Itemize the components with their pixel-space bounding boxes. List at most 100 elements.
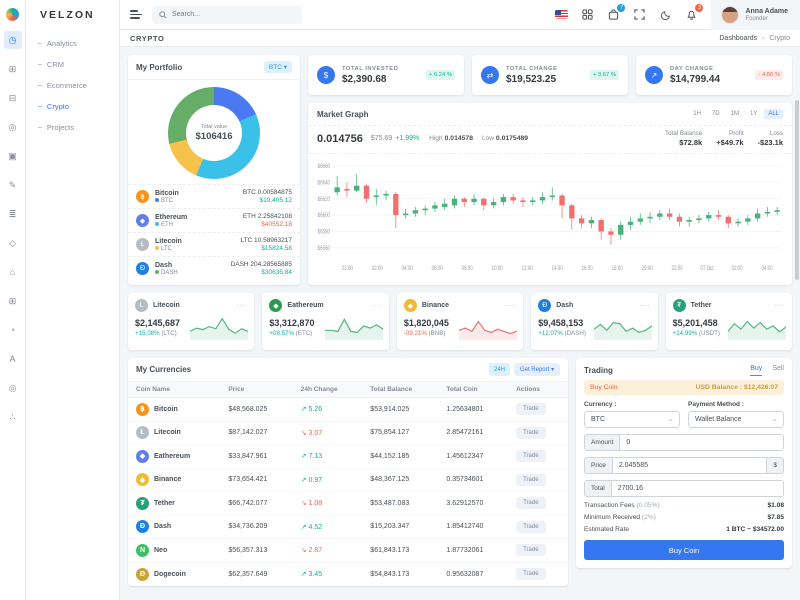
- dash-icon: Đ: [538, 299, 552, 312]
- table-row-tether: ₮ Tether $66,742.077 ↘ 1.08 $53,487.083 3…: [128, 491, 568, 516]
- market-change: +1.99%: [395, 135, 420, 142]
- settings-icon[interactable]: ◎: [4, 379, 22, 397]
- price-field-group: Price $: [584, 457, 784, 474]
- range-button-7d[interactable]: 7D: [708, 109, 724, 119]
- sidebar-item-ecommerce[interactable]: ‒ Ecommerce: [26, 75, 119, 96]
- card-options-icon[interactable]: ···: [371, 301, 382, 309]
- layouts-icon[interactable]: ⊟: [4, 89, 22, 107]
- sidebar-item-projects[interactable]: ‒ Projects: [26, 117, 119, 138]
- security-icon[interactable]: ◇: [4, 234, 22, 252]
- page-title: CRYPTO: [130, 33, 165, 43]
- svg-text:$6580: $6580: [318, 229, 330, 236]
- price-input[interactable]: [612, 458, 767, 473]
- trade-button[interactable]: Trade: [516, 568, 546, 580]
- total-label: Total: [585, 481, 612, 496]
- profit-label: Profit: [729, 130, 744, 137]
- dash-icon: Đ: [136, 262, 149, 275]
- pages-icon[interactable]: ▣: [4, 147, 22, 165]
- svg-text:04:00: 04:00: [402, 265, 413, 272]
- page-scrollbar[interactable]: [795, 100, 799, 280]
- tab-buy[interactable]: Buy: [750, 365, 763, 376]
- stat-icon: ⇄: [481, 66, 499, 84]
- fullscreen-icon[interactable]: [633, 8, 646, 21]
- trading-tabs: Buy Sell: [750, 365, 784, 376]
- cart-icon[interactable]: 7: [607, 4, 626, 21]
- high-label: High: [429, 135, 443, 142]
- loss-value: -$23.1k: [757, 138, 783, 147]
- trade-button[interactable]: Trade: [516, 544, 546, 557]
- chevron-down-icon: ⌄: [667, 417, 673, 423]
- tables-icon[interactable]: ⊞: [4, 292, 22, 310]
- forms-icon[interactable]: ✎: [4, 176, 22, 194]
- banner-buy-coin-label: Buy Coin: [590, 384, 618, 391]
- column-header: Price: [220, 381, 293, 398]
- search-box[interactable]: [152, 5, 302, 24]
- svg-text:08:00: 08:00: [462, 265, 473, 272]
- charts-icon[interactable]: ◔: [4, 321, 22, 339]
- amount-input[interactable]: [620, 435, 783, 450]
- range-button-1y[interactable]: 1Y: [746, 109, 761, 119]
- svg-text:23:00: 23:00: [342, 265, 353, 272]
- buy-coin-button[interactable]: Buy Coin: [584, 540, 784, 560]
- card-options-icon[interactable]: ···: [640, 301, 651, 309]
- svg-text:18:00: 18:00: [612, 265, 623, 272]
- sidebar-menu: ‒ Analytics ‒ CRM ‒ Ecommerce ‒ Crypto ‒ Projects: [26, 33, 119, 138]
- search-input[interactable]: [172, 11, 282, 18]
- components-icon[interactable]: ≣: [4, 205, 22, 223]
- litecoin-icon: Ł: [136, 426, 149, 440]
- price-label: Price: [585, 458, 613, 473]
- svg-text:14:00: 14:00: [552, 265, 563, 272]
- stat-change-badge: + 6.24 %: [425, 70, 455, 80]
- dark-mode-icon[interactable]: [659, 8, 672, 21]
- range-button-all[interactable]: ALL: [764, 109, 783, 119]
- sidebar-item-crypto[interactable]: ‒ Crypto: [26, 96, 119, 117]
- svg-text:$6620: $6620: [318, 196, 330, 203]
- coin-card-dash: Đ Dash ··· $9,458,153 +12.07% (DASH): [531, 293, 658, 350]
- currency-select[interactable]: BTC ⌄: [584, 411, 680, 428]
- chevron-down-icon: ⌄: [771, 417, 777, 423]
- hamburger-menu-icon[interactable]: [130, 10, 142, 19]
- user-menu[interactable]: Anna Adame Founder: [711, 0, 800, 30]
- apps-grid-icon[interactable]: [581, 8, 594, 21]
- share-icon[interactable]: ∴: [4, 408, 22, 426]
- svg-text:16:00: 16:00: [582, 265, 593, 272]
- trade-button[interactable]: Trade: [516, 520, 546, 533]
- portfolio-currency-dropdown[interactable]: BTC ▾: [263, 61, 292, 73]
- notifications-bell-icon[interactable]: 3: [685, 4, 704, 21]
- sparkline-chart: [593, 314, 652, 345]
- trade-button[interactable]: Trade: [516, 403, 546, 416]
- total-input[interactable]: [611, 481, 783, 496]
- tab-sell[interactable]: Sell: [772, 365, 784, 376]
- trade-button[interactable]: Trade: [516, 426, 546, 439]
- sidebar-item-crm[interactable]: ‒ CRM: [26, 54, 119, 75]
- get-report-button[interactable]: Get Report ▾: [513, 363, 560, 376]
- payment-method-select[interactable]: Wallet Balance ⌄: [688, 411, 784, 428]
- range-button-1m[interactable]: 1M: [727, 109, 743, 119]
- typography-icon[interactable]: A: [4, 350, 22, 368]
- amount-label: Amount: [585, 435, 621, 450]
- my-portfolio-card: My Portfolio BTC ▾ Total value $106416 ฿…: [128, 55, 300, 285]
- range-24h-button[interactable]: 24H: [488, 363, 510, 376]
- low-value: 0.0175489: [495, 135, 529, 142]
- high-value: 0.014578: [444, 135, 473, 142]
- trade-button[interactable]: Trade: [516, 450, 546, 463]
- card-options-icon[interactable]: ···: [236, 301, 247, 309]
- usd-balance-banner: Buy Coin USD Balance : $12,426.07: [584, 380, 784, 395]
- trade-button[interactable]: Trade: [516, 497, 546, 510]
- card-options-icon[interactable]: ···: [774, 301, 785, 309]
- table-row-dogecoin: Ð Dogecoin $62,357.649 ↗ 3.45 $54,843.173…: [128, 562, 568, 586]
- dashboards-icon[interactable]: ◷: [3, 31, 22, 49]
- range-button-1h[interactable]: 1H: [689, 109, 705, 119]
- dash-icon: Đ: [136, 520, 149, 534]
- litecoin-icon: Ł: [135, 299, 148, 312]
- apps-icon[interactable]: ⊞: [4, 60, 22, 78]
- card-options-icon[interactable]: ···: [505, 301, 516, 309]
- stat-change-badge: + 3.67 %: [589, 70, 619, 80]
- trade-button[interactable]: Trade: [516, 473, 546, 486]
- sidebar-item-analytics[interactable]: ‒ Analytics: [26, 33, 119, 54]
- svg-text:04:00: 04:00: [762, 265, 773, 272]
- landing-icon[interactable]: ⌂: [4, 263, 22, 281]
- breadcrumb-dashboards[interactable]: Dashboards: [719, 35, 757, 42]
- language-flag-icon[interactable]: [555, 9, 569, 20]
- authentication-icon[interactable]: ◎: [4, 118, 22, 136]
